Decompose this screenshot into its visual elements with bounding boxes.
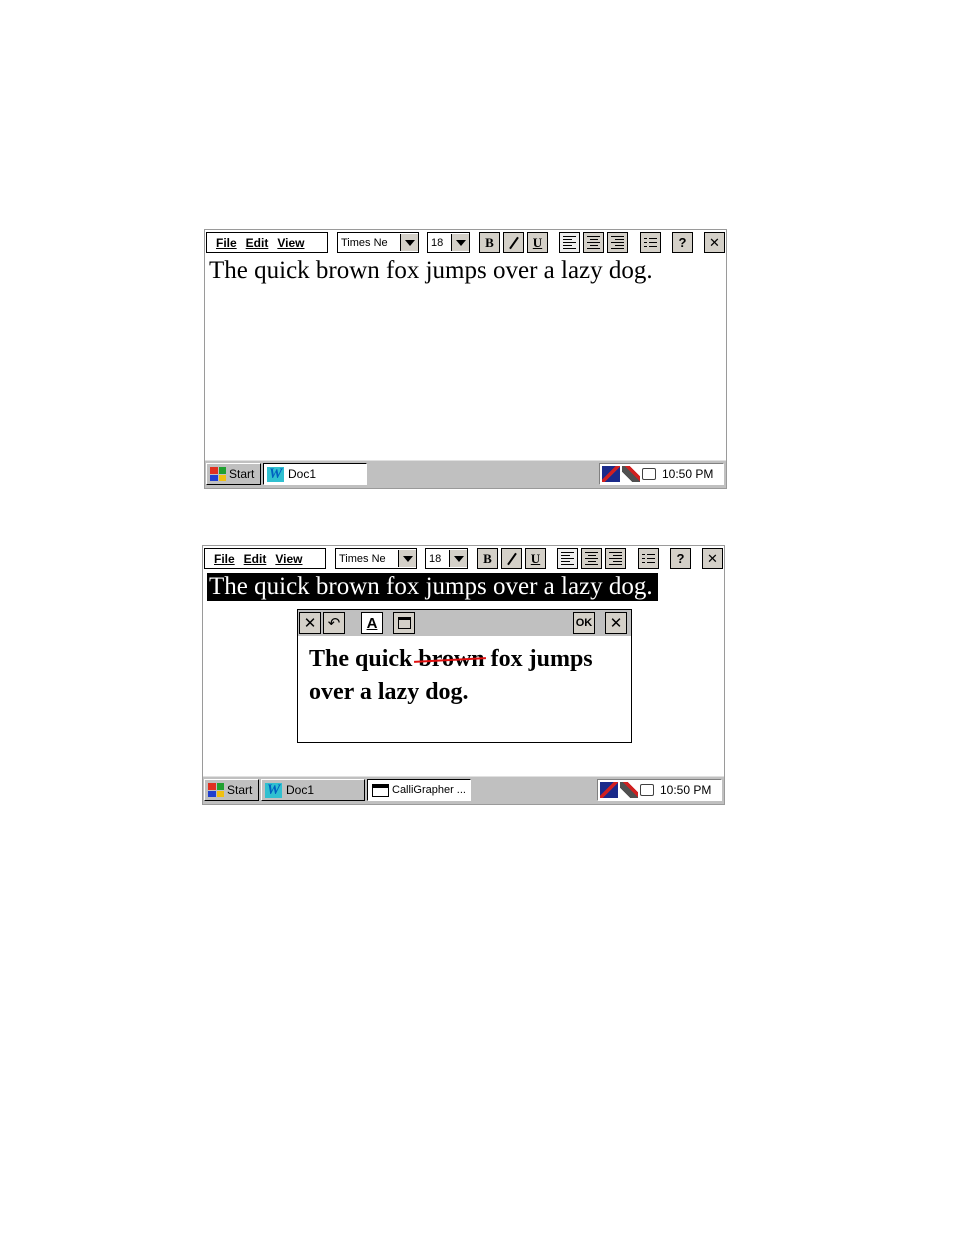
- close-button[interactable]: ✕: [702, 548, 723, 569]
- size-combo-value: 18: [431, 236, 444, 249]
- system-tray: 10:50 PM: [599, 463, 724, 485]
- bold-button[interactable]: B: [477, 548, 498, 569]
- chevron-down-icon[interactable]: [449, 550, 467, 567]
- italic-icon: [508, 236, 519, 249]
- bullets-button[interactable]: [640, 232, 661, 253]
- text-mode-icon: A: [366, 614, 378, 632]
- clock: 10:50 PM: [660, 783, 712, 797]
- taskbar-doc1[interactable]: W Doc1: [263, 463, 367, 485]
- align-center-icon: [587, 236, 600, 249]
- italic-button[interactable]: [503, 232, 524, 253]
- taskbar-calligrapher-label: CalliGrapher ...: [392, 784, 466, 796]
- italic-button[interactable]: [501, 548, 522, 569]
- chevron-down-icon[interactable]: [398, 550, 416, 567]
- menu-view[interactable]: View: [277, 236, 304, 250]
- close-icon: ✕: [609, 615, 623, 632]
- word-icon: W: [267, 465, 284, 482]
- menu-edit[interactable]: Edit: [244, 552, 267, 566]
- ok-button[interactable]: OK: [573, 612, 595, 634]
- font-combo[interactable]: Times Ne: [337, 232, 419, 253]
- struck-word: brown: [418, 646, 485, 672]
- document-text[interactable]: The quick brown fox jumps over a lazy do…: [209, 257, 653, 285]
- align-left-icon: [563, 236, 576, 249]
- close-icon: ✕: [303, 615, 317, 632]
- start-label: Start: [227, 783, 253, 797]
- taskbar-doc1[interactable]: W Doc1: [261, 779, 365, 801]
- menu-edit[interactable]: Edit: [246, 236, 269, 250]
- underline-button[interactable]: U: [527, 232, 548, 253]
- size-combo-value: 18: [429, 552, 442, 565]
- calligrapher-panel: ✕ ↶ A OK ✕ The quick brown fox jumps ove…: [297, 609, 632, 743]
- underline-button[interactable]: U: [525, 548, 546, 569]
- taskbar-doc1-label: Doc1: [286, 783, 315, 797]
- font-combo-value: Times Ne: [341, 236, 388, 249]
- clock: 10:50 PM: [662, 467, 714, 481]
- power-plug-icon[interactable]: [640, 784, 654, 796]
- taskbar: Start W Doc1 CalliGrapher ... 10:50 PM: [203, 776, 724, 804]
- document-text-selected[interactable]: The quick brown fox jumps over a lazy do…: [207, 573, 658, 601]
- align-center-button[interactable]: [583, 232, 604, 253]
- power-plug-icon[interactable]: [642, 468, 656, 480]
- screen-after: File Edit View Times Ne 18 B U ? ✕ The q…: [202, 545, 725, 805]
- network-icon[interactable]: [600, 782, 618, 798]
- undo-icon: ↶: [327, 615, 341, 632]
- close-button[interactable]: ✕: [704, 232, 725, 253]
- system-tray: 10:50 PM: [597, 779, 722, 801]
- font-combo[interactable]: Times Ne: [335, 548, 417, 569]
- start-button[interactable]: Start: [206, 463, 261, 485]
- menu-toolbar: File Edit View Times Ne 18 B U ? ✕: [203, 546, 724, 571]
- clear-button[interactable]: ✕: [299, 612, 321, 634]
- pen-icon[interactable]: [620, 782, 638, 798]
- align-right-button[interactable]: [605, 548, 626, 569]
- calligrapher-toolbar: ✕ ↶ A OK ✕: [298, 610, 631, 636]
- calligrapher-close-button[interactable]: ✕: [605, 612, 627, 634]
- bullets-icon: [644, 238, 657, 247]
- chevron-down-icon[interactable]: [451, 234, 469, 251]
- word-icon: W: [265, 781, 282, 798]
- align-center-icon: [585, 552, 598, 565]
- network-icon[interactable]: [602, 466, 620, 482]
- calligrapher-app-icon: [372, 783, 389, 797]
- align-right-icon: [611, 236, 624, 249]
- taskbar-calligrapher[interactable]: CalliGrapher ...: [367, 779, 471, 801]
- start-label: Start: [229, 467, 255, 481]
- window-icon: [397, 617, 411, 629]
- menu-bar: File Edit View: [204, 548, 326, 569]
- windows-logo-icon: [210, 467, 226, 481]
- size-combo[interactable]: 18: [425, 548, 468, 569]
- align-right-icon: [609, 552, 622, 565]
- bullets-icon: [642, 554, 655, 563]
- bold-button[interactable]: B: [479, 232, 500, 253]
- font-combo-value: Times Ne: [339, 552, 386, 565]
- bullets-button[interactable]: [638, 548, 659, 569]
- menu-bar: File Edit View: [206, 232, 328, 253]
- menu-file[interactable]: File: [214, 552, 235, 566]
- chevron-down-icon[interactable]: [400, 234, 418, 251]
- align-center-button[interactable]: [581, 548, 602, 569]
- undo-button[interactable]: ↶: [323, 612, 345, 634]
- help-button[interactable]: ?: [672, 232, 693, 253]
- italic-icon: [506, 552, 517, 565]
- menu-toolbar: File Edit View Times Ne 18 B U ? ✕: [205, 230, 726, 255]
- window-mode-button[interactable]: [393, 612, 415, 634]
- align-left-button[interactable]: [559, 232, 580, 253]
- taskbar-doc1-label: Doc1: [288, 467, 317, 481]
- recognized-text[interactable]: The quick brown fox jumps over a lazy do…: [309, 643, 593, 709]
- menu-view[interactable]: View: [275, 552, 302, 566]
- windows-logo-icon: [208, 783, 224, 797]
- screen-before: File Edit View Times Ne 18 B U ? ✕ The q…: [204, 229, 727, 489]
- align-left-button[interactable]: [557, 548, 578, 569]
- start-button[interactable]: Start: [204, 779, 259, 801]
- align-left-icon: [561, 552, 574, 565]
- recognized-line-1: The quick brown fox jumps: [309, 646, 593, 672]
- size-combo[interactable]: 18: [427, 232, 470, 253]
- pen-icon[interactable]: [622, 466, 640, 482]
- taskbar: Start W Doc1 10:50 PM: [205, 460, 726, 488]
- recognized-line-2: over a lazy dog.: [309, 679, 469, 705]
- menu-file[interactable]: File: [216, 236, 237, 250]
- text-mode-button[interactable]: A: [361, 612, 383, 634]
- align-right-button[interactable]: [607, 232, 628, 253]
- help-button[interactable]: ?: [670, 548, 691, 569]
